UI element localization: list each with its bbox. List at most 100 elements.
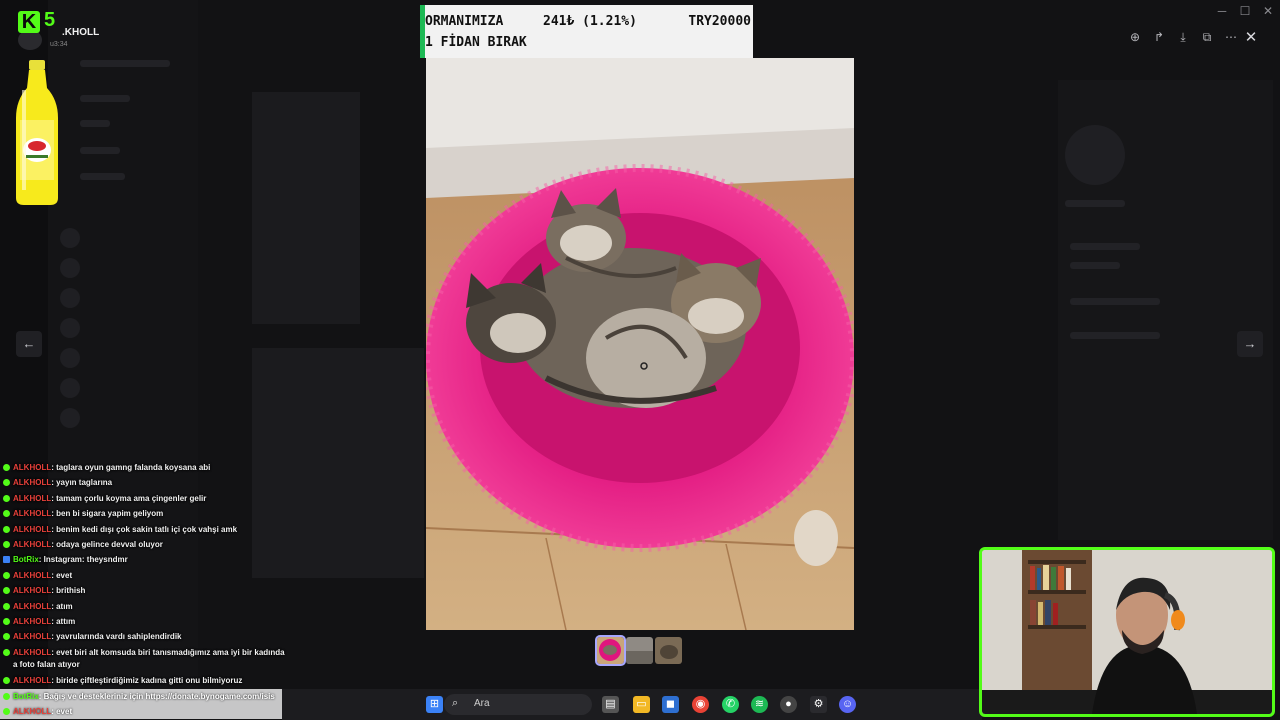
whatsapp-icon[interactable]: ✆ bbox=[722, 696, 739, 713]
donation-title: ORMANIMIZA bbox=[425, 14, 504, 29]
bottle-image bbox=[16, 60, 58, 205]
webcam-overlay bbox=[979, 547, 1275, 717]
forward-icon[interactable]: ↱ bbox=[1150, 28, 1168, 46]
chat-text: : evet bbox=[51, 707, 73, 716]
chat-text: : atım bbox=[51, 601, 73, 611]
chat-message: ALKHOLL: taglara oyun gamng falanda koys… bbox=[0, 460, 290, 475]
bot-badge-icon bbox=[3, 556, 10, 564]
user-badge-icon bbox=[3, 571, 10, 579]
chat-message: ALKHOLL: odaya gelince devval oluyor bbox=[0, 537, 290, 552]
donation-goal-widget: ORMANIMIZA 241₺ (1.21%) TRY20000 1 FİDAN… bbox=[420, 5, 753, 58]
user-badge-icon bbox=[3, 708, 10, 715]
chat-text: : benim kedi dışı çok sakin tatlı içi ço… bbox=[51, 524, 238, 534]
chat-text: : yayın taglarına bbox=[51, 478, 113, 488]
chat-username[interactable]: ALKHOLL bbox=[13, 463, 51, 472]
chat-username[interactable]: ALKHOLL bbox=[13, 602, 51, 611]
screen: ─ ☐ ✕ ⊕ ↱ ⤓ ⧉ ⋯ ✕ ← → K 5 .KHOLL u3:34 O… bbox=[0, 0, 1280, 720]
chat-message: ALKHOLL: biride çiftleştirdiğimiz kadına… bbox=[0, 673, 290, 688]
chat-username[interactable]: ALKHOLL bbox=[13, 676, 51, 685]
minimize-icon[interactable]: ─ bbox=[1212, 4, 1232, 18]
chat-message: ALKHOLL: tamam çorlu koyma ama çingenler… bbox=[0, 491, 290, 506]
chat-message: ALKHOLL: benim kedi dışı çok sakin tatlı… bbox=[0, 522, 290, 537]
chat-username[interactable]: ALKHOLL bbox=[13, 571, 51, 580]
chat-username[interactable]: BotRix bbox=[13, 555, 39, 564]
file-explorer-icon[interactable]: ▤ bbox=[602, 696, 619, 713]
donation-amount: 241₺ (1.21%) bbox=[543, 14, 637, 29]
chat-message: ALKHOLL: yavrularında vardı sahiplendird… bbox=[0, 629, 290, 644]
kittens-photo bbox=[426, 58, 854, 630]
settings-icon[interactable]: ⚙ bbox=[810, 696, 827, 713]
store-icon[interactable]: ◼ bbox=[662, 696, 679, 713]
zoom-in-icon[interactable]: ⊕ bbox=[1126, 28, 1144, 46]
next-image-button[interactable]: → bbox=[1237, 331, 1263, 357]
user-badge-icon bbox=[3, 602, 10, 610]
chat-username[interactable]: ALKHOLL bbox=[13, 632, 51, 641]
chat-username[interactable]: ALKHOLL bbox=[13, 540, 51, 549]
image-preview[interactable] bbox=[426, 58, 854, 630]
chat-message: ALKHOLL: ben bi sigara yapim geliyom bbox=[0, 506, 290, 521]
taskbar-search[interactable]: ⌕ Ara bbox=[444, 694, 592, 715]
chat-overlay: ALKHOLL: taglara oyun gamng falanda koys… bbox=[0, 460, 290, 688]
logo-number: 5 bbox=[44, 9, 56, 31]
window-close-icon[interactable]: ✕ bbox=[1258, 4, 1278, 18]
chat-username[interactable]: ALKHOLL bbox=[13, 617, 51, 626]
chat-message: ALKHOLL: atım bbox=[0, 599, 290, 614]
chat-message: ALKHOLL: attım bbox=[0, 614, 290, 629]
user-badge-icon bbox=[3, 464, 10, 471]
download-icon[interactable]: ⤓ bbox=[1174, 28, 1192, 46]
donation-goal: TRY20000 bbox=[688, 14, 751, 29]
search-icon: ⌕ bbox=[452, 697, 459, 709]
chat-text: : evet biri alt komsuda biri tanısmadığı… bbox=[13, 647, 285, 669]
chat-username[interactable]: ALKHOLL bbox=[13, 648, 51, 657]
chat-message: ALKHOLL: brithish bbox=[0, 583, 290, 598]
chat-username[interactable]: ALKHOLL bbox=[13, 586, 51, 595]
chat-username[interactable]: ALKHOLL bbox=[13, 478, 51, 487]
folder-icon[interactable]: ▭ bbox=[633, 696, 650, 713]
search-label: Ara bbox=[474, 698, 490, 709]
chrome-icon[interactable]: ◉ bbox=[692, 696, 709, 713]
chat-message: ALKHOLL: evet bbox=[0, 704, 282, 719]
chat-username[interactable]: ALKHOLL bbox=[13, 525, 51, 534]
chat-text: : biride çiftleştirdiğimiz kadına gitti … bbox=[51, 675, 243, 685]
open-external-icon[interactable]: ⧉ bbox=[1198, 28, 1216, 46]
chat-text: : Bağış ve destekleriniz için https://do… bbox=[38, 692, 275, 701]
chat-username[interactable]: ALKHOLL bbox=[13, 707, 51, 716]
discord-icon[interactable]: ☺ bbox=[839, 696, 856, 713]
user-badge-icon bbox=[3, 648, 10, 656]
maximize-icon[interactable]: ☐ bbox=[1235, 4, 1255, 18]
spotify-icon[interactable]: ≋ bbox=[751, 696, 768, 713]
windows-start-icon[interactable]: ⊞ bbox=[426, 696, 443, 713]
donation-subtitle: 1 FİDAN BIRAK bbox=[425, 35, 527, 50]
user-badge-icon bbox=[3, 587, 10, 595]
chat-text: : evet bbox=[51, 570, 73, 580]
user-badge-icon bbox=[3, 525, 10, 533]
chat-text: : yavrularında vardı sahiplendirdik bbox=[51, 632, 182, 642]
app-icon[interactable]: ● bbox=[780, 696, 797, 713]
avatar bbox=[18, 30, 42, 50]
taskbar: ⊞ ⌕ Ara ▤ ▭ ◼ ◉ ✆ ≋ ● ⚙ ☺ bbox=[282, 689, 982, 720]
thumbnail-2[interactable] bbox=[626, 637, 653, 664]
chat-text: : taglara oyun gamng falanda koysana abi bbox=[51, 463, 211, 472]
thumbnail-strip bbox=[595, 635, 682, 666]
webcam-feed bbox=[982, 550, 1272, 714]
previous-image-button[interactable]: ← bbox=[16, 331, 42, 357]
bot-badge-icon bbox=[3, 693, 10, 700]
chat-message: BotRix: Bağış ve destekleriniz için http… bbox=[0, 689, 282, 704]
user-badge-icon bbox=[3, 633, 10, 641]
chat-message: BotRix: Instagram: theysndmr bbox=[0, 552, 290, 567]
chat-username[interactable]: ALKHOLL bbox=[13, 509, 51, 518]
user-badge-icon bbox=[3, 676, 10, 684]
uptime-text: u3:34 bbox=[50, 41, 68, 48]
chat-username[interactable]: BotRix bbox=[13, 692, 39, 701]
thumbnail-1[interactable] bbox=[595, 635, 626, 666]
chat-text: : attım bbox=[51, 617, 76, 627]
chat-username[interactable]: ALKHOLL bbox=[13, 494, 51, 503]
chat-text: : brithish bbox=[51, 586, 86, 596]
channel-name: .KHOLL bbox=[62, 27, 100, 38]
close-viewer-button[interactable]: ✕ bbox=[1238, 27, 1264, 49]
user-badge-icon bbox=[3, 479, 10, 487]
user-badge-icon bbox=[3, 618, 10, 626]
user-badge-icon bbox=[3, 541, 10, 549]
viewer-toolbar: ⊕ ↱ ⤓ ⧉ ⋯ bbox=[1126, 28, 1240, 46]
thumbnail-3[interactable] bbox=[655, 637, 682, 664]
